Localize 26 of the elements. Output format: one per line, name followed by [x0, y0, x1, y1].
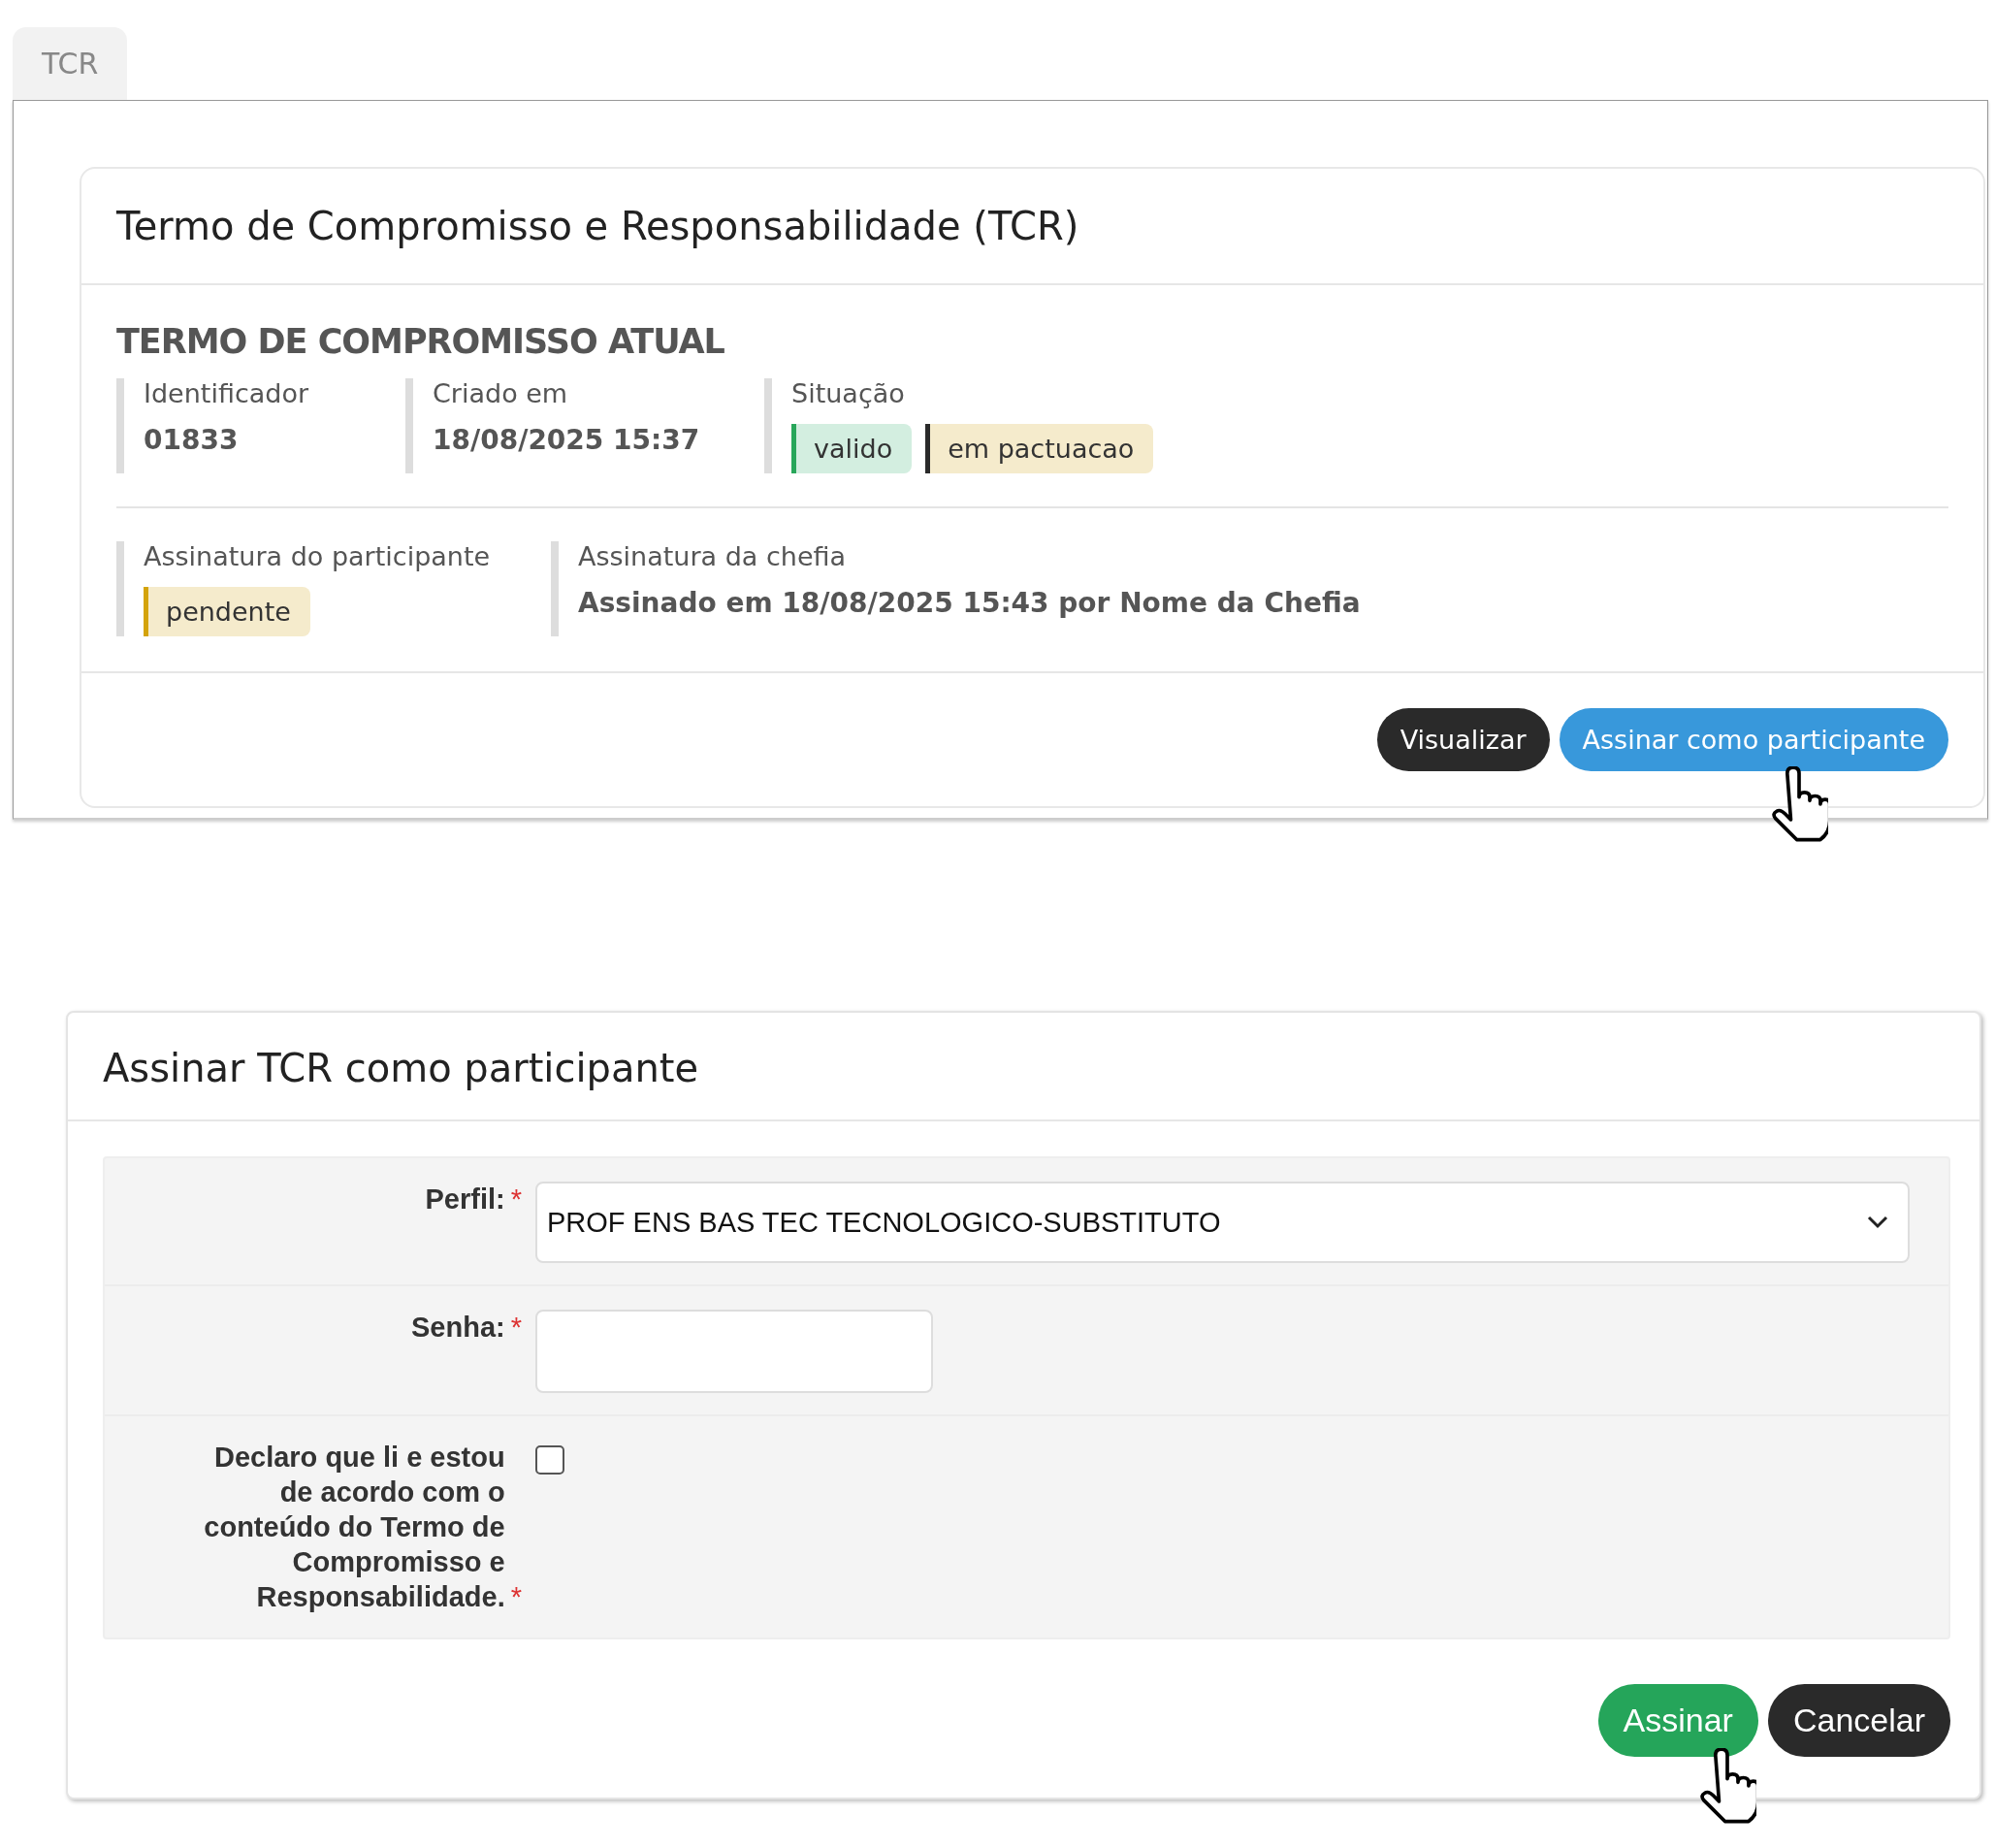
required-marker: * — [510, 1183, 522, 1216]
field-label: Criado em — [433, 378, 569, 408]
status-badge: valido — [791, 424, 913, 473]
chevron-down-icon — [1867, 1216, 1888, 1229]
password-field[interactable] — [535, 1310, 933, 1393]
status-badge: em pactuacao — [925, 424, 1154, 473]
action-button[interactable]: Visualizar — [1376, 708, 1550, 771]
required-marker: * — [510, 1580, 522, 1614]
profile-select[interactable]: PROF ENS BAS TEC TECNOLOGICO-SUBSTITUTO — [535, 1182, 1910, 1263]
required-marker: * — [510, 1311, 522, 1345]
card-title: Termo de Compromisso e Responsabilidade (TCR) — [116, 204, 1079, 248]
form-label: Perfil: — [425, 1183, 505, 1216]
agreement-checkbox[interactable] — [535, 1445, 564, 1475]
form-label: Declaro que li e estou de acordo com o conteúdo do Termo de Compromisso e Responsabilidade. — [203, 1441, 505, 1614]
dialog-title: Assinar TCR como participante — [103, 1046, 699, 1090]
status-badge: pendente — [144, 587, 310, 636]
field-label: Situação — [791, 378, 906, 408]
action-button[interactable]: Cancelar — [1767, 1684, 1950, 1757]
field-label: Assinatura do participante — [144, 541, 492, 571]
section-heading: TERMO DE COMPROMISSO ATUAL — [116, 322, 725, 361]
field-value: 01833 — [144, 424, 240, 456]
field-label: Identificador — [144, 378, 310, 408]
field-label: Assinatura da chefia — [578, 541, 848, 571]
form-label: Senha: — [411, 1311, 505, 1345]
field-value: Assinado em 18/08/2025 15:43 por Nome da Chefia — [578, 587, 1361, 619]
field-value: 18/08/2025 15:37 — [433, 424, 701, 456]
